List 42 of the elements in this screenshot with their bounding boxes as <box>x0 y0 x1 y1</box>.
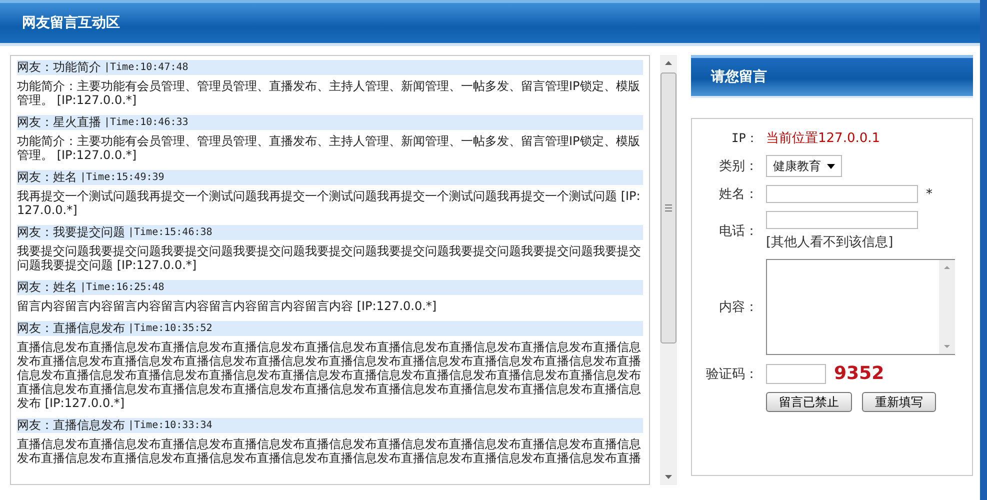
message-text: 留言内容留言内容留言内容留言内容留言内容留言内容留言内容 [IP:127.0.0.*] <box>17 299 438 313</box>
phone-note: [其他人看不到该信息] <box>766 234 894 251</box>
captcha-image: 9352 <box>834 363 884 384</box>
scrollbar[interactable] <box>660 55 677 485</box>
dropdown-caret-icon <box>827 164 835 168</box>
page-header: 网友留言互动区 <box>0 0 980 46</box>
message-text: 我要提交问题我要提交问题我要提交问题我要提交问题我要提交问题我要提交问题我要提交问题我要提交问题我要提交问题我要提交问题 [IP:127.0.0.*] <box>17 244 642 272</box>
message-time: |Time:15:46:38 <box>128 227 212 238</box>
message-author: 网友：星火直播 <box>17 115 101 130</box>
form-button[interactable]: 留言已禁止 <box>766 392 852 412</box>
content-textarea[interactable] <box>766 259 955 355</box>
content-label: 内容： <box>718 299 758 316</box>
message-time: |Time:10:47:48 <box>104 62 188 73</box>
phone-field[interactable] <box>766 211 918 229</box>
name-label: 姓名： <box>718 186 758 203</box>
required-mark: * <box>926 186 932 202</box>
captcha-field[interactable] <box>766 364 826 384</box>
message-text: 直播信息发布直播信息发布直播信息发布直播信息发布直播信息发布直播信息发布直播信息发布直播信息发布直播信息发布直播信息发布直播信息发布直播信息发布直播信息发布直播信息发布直播信息发布直播信息发布直播信息发布直播 <box>17 437 642 465</box>
message-time: |Time:10:35:52 <box>128 323 212 334</box>
form-header: 请您留言 <box>691 55 973 98</box>
message-time: |Time:16:25:48 <box>80 282 164 293</box>
message-time: |Time:15:49:39 <box>80 172 164 183</box>
ip-value: 当前位置127.0.0.1 <box>766 130 882 147</box>
message-text: 功能简介：主要功能有会员管理、管理员管理、直播发布、主持人管理、新闻管理、一帖多发、留言管理IP锁定、模版管理。 [IP:127.0.0.*] <box>17 79 641 107</box>
message-text: 直播信息发布直播信息发布直播信息发布直播信息发布直播信息发布直播信息发布直播信息发布直播信息发布直播信息发布直播信息发布直播信息发布直播信息发布直播信息发布直播信息发布直播信息发布直播信息发布直播信息发布直播信息发布直播信息发布直播信息发布直播信息发布直播信息发布直播信息发布直播信息发布直播信息发布直播信息发布直播信息发布直播信息发布直播信息发布直播信息发布直播信息发布直播信息发布直播信息发布直播信息发布直播信息发布 [IP:127.0.0.*] <box>17 340 642 410</box>
category-select[interactable]: 健康教育 <box>766 155 842 177</box>
form-button[interactable]: 重新填写 <box>862 392 936 412</box>
category-label: 类别： <box>718 158 758 175</box>
captcha-label: 验证码： <box>705 366 758 382</box>
message-author: 网友：姓名 <box>17 170 77 185</box>
phone-label: 电话： <box>718 223 758 240</box>
name-field[interactable] <box>766 185 918 203</box>
message-time: |Time:10:33:34 <box>128 420 212 431</box>
message-author: 网友：直播信息发布 <box>17 321 125 336</box>
message-time: |Time:10:46:33 <box>104 117 188 128</box>
message-author: 网友：直播信息发布 <box>17 418 125 433</box>
ip-label: IP： <box>730 130 758 146</box>
message-author: 网友：功能简介 <box>17 60 101 75</box>
message-text: 功能简介：主要功能有会员管理、管理员管理、直播发布、主持人管理、新闻管理、一帖多发、留言管理IP锁定、模版管理。 [IP:127.0.0.*] <box>17 134 641 162</box>
message-author: 网友：姓名 <box>17 280 77 295</box>
message-author: 网友：我要提交问题 <box>17 225 125 240</box>
message-text: 我再提交一个测试问题我再提交一个测试问题我再提交一个测试问题我再提交一个测试问题我再提交一个测试问题 [IP:127.0.0.*] <box>17 189 642 217</box>
